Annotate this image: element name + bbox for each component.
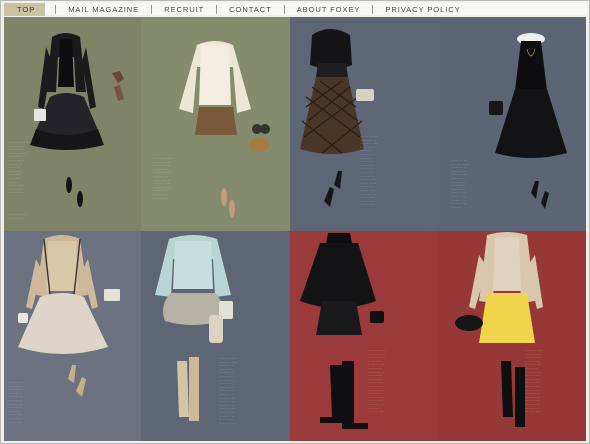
- caption-text: ···· ······ ········· ······ ···· ·······…: [153, 156, 173, 200]
- top-navigation: TOP MAIL MAGAZINE RECRUIT CONTACT ABOUT …: [4, 2, 587, 16]
- page-number: ··: [282, 224, 284, 228]
- outfit-illustration: [30, 33, 124, 207]
- page-number: ··: [282, 434, 284, 438]
- nav-top[interactable]: TOP: [4, 2, 46, 16]
- nav-divider: [151, 4, 153, 14]
- lookbook-panel-4[interactable]: ····· ······· ···· ······ ···· ······· ···…: [439, 17, 586, 231]
- nav-divider: [372, 4, 374, 14]
- outfit-illustration: [300, 233, 384, 429]
- caption-text: ····· ······ ···· ······ ········ ··· ····…: [7, 380, 25, 424]
- nav-divider: [283, 4, 285, 14]
- nav-recruit[interactable]: RECRUIT: [164, 5, 204, 14]
- caption-text: ····· ······· ···· ······ ···· ······· ···…: [451, 158, 469, 209]
- caption-text: ····· ······ ······ ······ ···· ········ ·…: [219, 356, 238, 425]
- caption-text: ····· ······ ············ ········ ·····…: [7, 212, 28, 220]
- nav-contact[interactable]: CONTACT: [229, 5, 271, 14]
- nav-divider: [216, 4, 218, 14]
- lookbook-panel-2[interactable]: ···· ······ ········· ······ ···· ·······…: [141, 17, 290, 231]
- nav-divider: [55, 4, 57, 14]
- lookbook-panel-6[interactable]: ····· ······ ······ ······ ···· ········ ·…: [141, 231, 290, 441]
- caption-text: ····· ······ ····· ······ ········ ·· ····…: [525, 348, 542, 414]
- page-number: ··: [10, 434, 12, 438]
- caption-text: ····· ··· ········· ······ ······ ···· ···…: [360, 134, 378, 207]
- lookbook-panel-8[interactable]: ····· ······ ····· ······ ········ ·· ····…: [439, 231, 586, 441]
- outfit-illustration: [18, 235, 120, 397]
- lookbook-grid: ··· ····· ········ ······ ······ ········…: [4, 17, 586, 441]
- nav-about-foxey[interactable]: ABOUT FOXEY: [297, 5, 361, 14]
- page-number: ··: [431, 224, 433, 228]
- nav-mail-magazine[interactable]: MAIL MAGAZINE: [68, 5, 139, 14]
- lookbook-panel-5[interactable]: ····· ······ ···· ······ ········ ··· ····…: [4, 231, 141, 441]
- caption-text: ····· ······ ············ ········ ·····…: [368, 348, 386, 414]
- outfit-illustration: [155, 235, 233, 421]
- lookbook-panel-3[interactable]: ····· ··· ········· ······ ······ ···· ···…: [290, 17, 439, 231]
- lookbook-panel-7[interactable]: ····· ······ ······ ······ ········ ·· ···…: [290, 231, 439, 441]
- page-number: ··: [578, 434, 580, 438]
- caption-text: ··· ····· ········ ······ ······ ········…: [7, 140, 30, 195]
- page-frame: TOP MAIL MAGAZINE RECRUIT CONTACT ABOUT …: [0, 0, 590, 444]
- outfit-illustration: [455, 232, 543, 427]
- lookbook-panel-1[interactable]: ··· ····· ········ ······ ······ ········…: [4, 17, 141, 231]
- nav-privacy-policy[interactable]: PRIVACY POLICY: [385, 5, 460, 14]
